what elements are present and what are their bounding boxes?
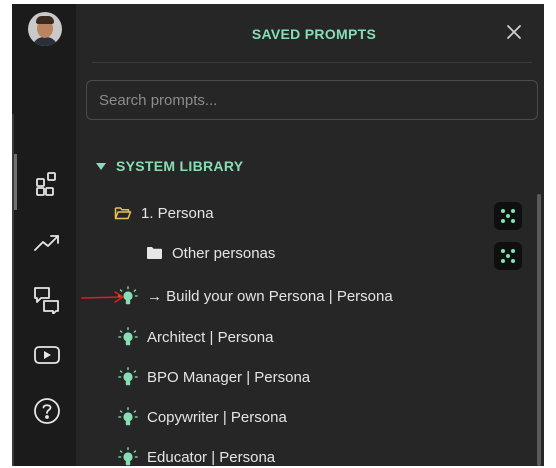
prompt-label: → Build your own Persona | Persona xyxy=(147,287,393,305)
prompt-label: Architect | Persona xyxy=(147,328,274,346)
lightbulb-icon xyxy=(118,447,138,466)
trending-icon[interactable] xyxy=(32,228,62,258)
rail-active-indicator xyxy=(14,154,17,210)
prompt-item[interactable]: BPO Manager | Persona xyxy=(118,364,310,390)
help-icon[interactable] xyxy=(32,396,62,426)
prompt-label: BPO Manager | Persona xyxy=(147,368,311,386)
lightbulb-icon xyxy=(118,367,138,386)
folder-action-button[interactable] xyxy=(494,202,522,230)
app-frame: SAVED PROMPTS SYSTEM LIBRARY 1. Persona xyxy=(12,4,544,466)
folder-label: 1. Persona xyxy=(141,204,214,222)
prompt-item[interactable]: → Build your own Persona | Persona xyxy=(118,283,393,309)
prompt-item[interactable]: Copywriter | Persona xyxy=(118,404,287,430)
video-icon[interactable] xyxy=(32,340,62,370)
section-system-library[interactable]: SYSTEM LIBRARY xyxy=(96,156,243,176)
prompt-label: Educator | Persona xyxy=(147,448,276,466)
search-input[interactable] xyxy=(86,80,538,120)
panel-title: SAVED PROMPTS xyxy=(251,26,377,42)
saved-prompts-panel: SAVED PROMPTS SYSTEM LIBRARY 1. Persona xyxy=(76,4,544,466)
folder-icon xyxy=(147,247,162,259)
left-rail xyxy=(12,4,76,466)
section-label: SYSTEM LIBRARY xyxy=(116,158,244,174)
apps-icon[interactable] xyxy=(32,170,62,200)
close-icon[interactable] xyxy=(504,22,524,42)
caret-down-icon xyxy=(96,162,106,170)
prompt-label: Copywriter | Persona xyxy=(147,408,287,426)
prompt-item[interactable]: Architect | Persona xyxy=(118,324,273,350)
annotation-arrow-icon xyxy=(81,291,124,303)
chat-icon[interactable] xyxy=(32,284,62,314)
subfolder-action-button[interactable] xyxy=(494,242,522,270)
folder-open-icon xyxy=(114,207,132,220)
header-divider xyxy=(92,62,532,63)
avatar[interactable] xyxy=(28,12,62,46)
lightbulb-icon xyxy=(118,407,138,426)
folder-persona[interactable]: 1. Persona xyxy=(114,200,214,226)
prompt-item[interactable]: Educator | Persona xyxy=(118,444,275,466)
scrollbar[interactable] xyxy=(537,194,541,466)
subfolder-label: Other personas xyxy=(172,244,276,262)
lightbulb-icon xyxy=(118,327,138,346)
subfolder-other-personas[interactable]: Other personas xyxy=(146,240,275,266)
